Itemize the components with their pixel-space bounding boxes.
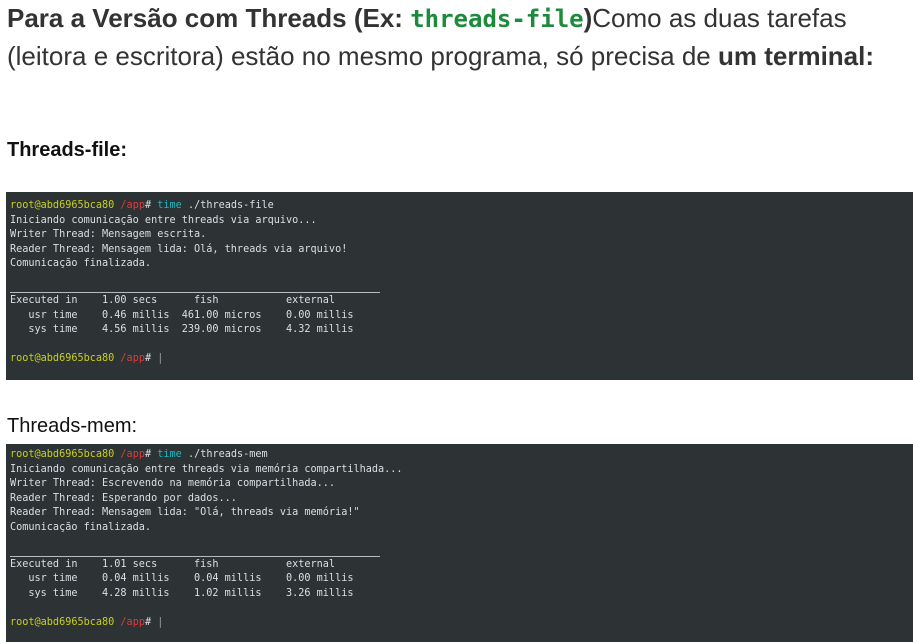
prompt-user-host: root@abd6965bca80 [10, 449, 115, 460]
heading-threads-mem: Threads-mem: [7, 415, 138, 437]
timing-row: Executed in 1.00 secs fish external [10, 295, 336, 306]
prompt-user-host: root@abd6965bca80 [10, 353, 115, 364]
timing-divider [10, 550, 380, 557]
output-line: Reader Thread: Mensagem lida: "Olá, thre… [10, 507, 360, 518]
intro-code: threads-file [410, 5, 584, 33]
intro-bold-end: um terminal: [717, 41, 875, 71]
output-line: Comunicação finalizada. [10, 521, 152, 533]
prompt-line[interactable]: root@abd6965bca80 /app# | [10, 616, 913, 631]
prompt-path: /app [120, 353, 145, 364]
text-cursor: | [157, 353, 164, 364]
prompt-hash: # [144, 200, 152, 211]
timing-row: usr time 0.46 millis 461.00 micros 0.00 … [10, 309, 354, 321]
terminal-threads-mem: root@abd6965bca80 /app# time ./threads-m… [6, 444, 913, 642]
page: Para a Versão com Threads (Ex: threads-f… [0, 0, 913, 642]
intro-bold-close: ) [583, 3, 593, 33]
prompt-line[interactable]: root@abd6965bca80 /app# | [10, 352, 913, 367]
command-time: time [157, 200, 182, 211]
command-line: root@abd6965bca80 /app# time ./threads-m… [10, 448, 913, 463]
timing-row: sys time 4.56 millis 239.00 micros 4.32 … [10, 324, 354, 335]
command-arg: ./threads-mem [187, 449, 268, 460]
prompt-hash: # [144, 449, 152, 460]
prompt-path: /app [120, 200, 145, 211]
intro-bold-prefix: Para a Versão com Threads (Ex: [7, 3, 411, 33]
prompt-path: /app [120, 449, 145, 460]
prompt-user-host: root@abd6965bca80 [10, 200, 115, 211]
output-line: Writer Thread: Mensagem escrita. [10, 229, 207, 240]
command-arg: ./threads-file [187, 200, 274, 211]
prompt-hash: # [144, 616, 152, 628]
timing-row: Executed in 1.01 secs fish external [10, 558, 336, 570]
output-line: Writer Thread: Escrevendo na memória com… [10, 478, 336, 489]
intro-paragraph: Para a Versão com Threads (Ex: threads-f… [7, 0, 907, 75]
output-line: Comunicação finalizada. [10, 258, 152, 269]
heading-threads-file: Threads-file: [7, 139, 128, 161]
terminal-threads-file: root@abd6965bca80 /app# time ./threads-f… [6, 192, 913, 380]
prompt-path: /app [120, 616, 145, 628]
output-line: Reader Thread: Mensagem lida: Olá, threa… [10, 243, 348, 255]
timing-row: usr time 0.04 millis 0.04 millis 0.00 mi… [10, 573, 354, 584]
prompt-user-host: root@abd6965bca80 [10, 616, 115, 628]
command-time: time [157, 449, 182, 460]
prompt-hash: # [144, 353, 152, 364]
timing-divider [10, 286, 380, 293]
output-line: Reader Thread: Esperando por dados... [10, 492, 237, 504]
text-cursor: | [157, 616, 164, 628]
output-line: Iniciando comunicação entre threads via … [10, 214, 317, 226]
command-line: root@abd6965bca80 /app# time ./threads-f… [10, 199, 913, 214]
output-line: Iniciando comunicação entre threads via … [10, 463, 403, 475]
timing-row: sys time 4.28 millis 1.02 millis 3.26 mi… [10, 587, 354, 599]
